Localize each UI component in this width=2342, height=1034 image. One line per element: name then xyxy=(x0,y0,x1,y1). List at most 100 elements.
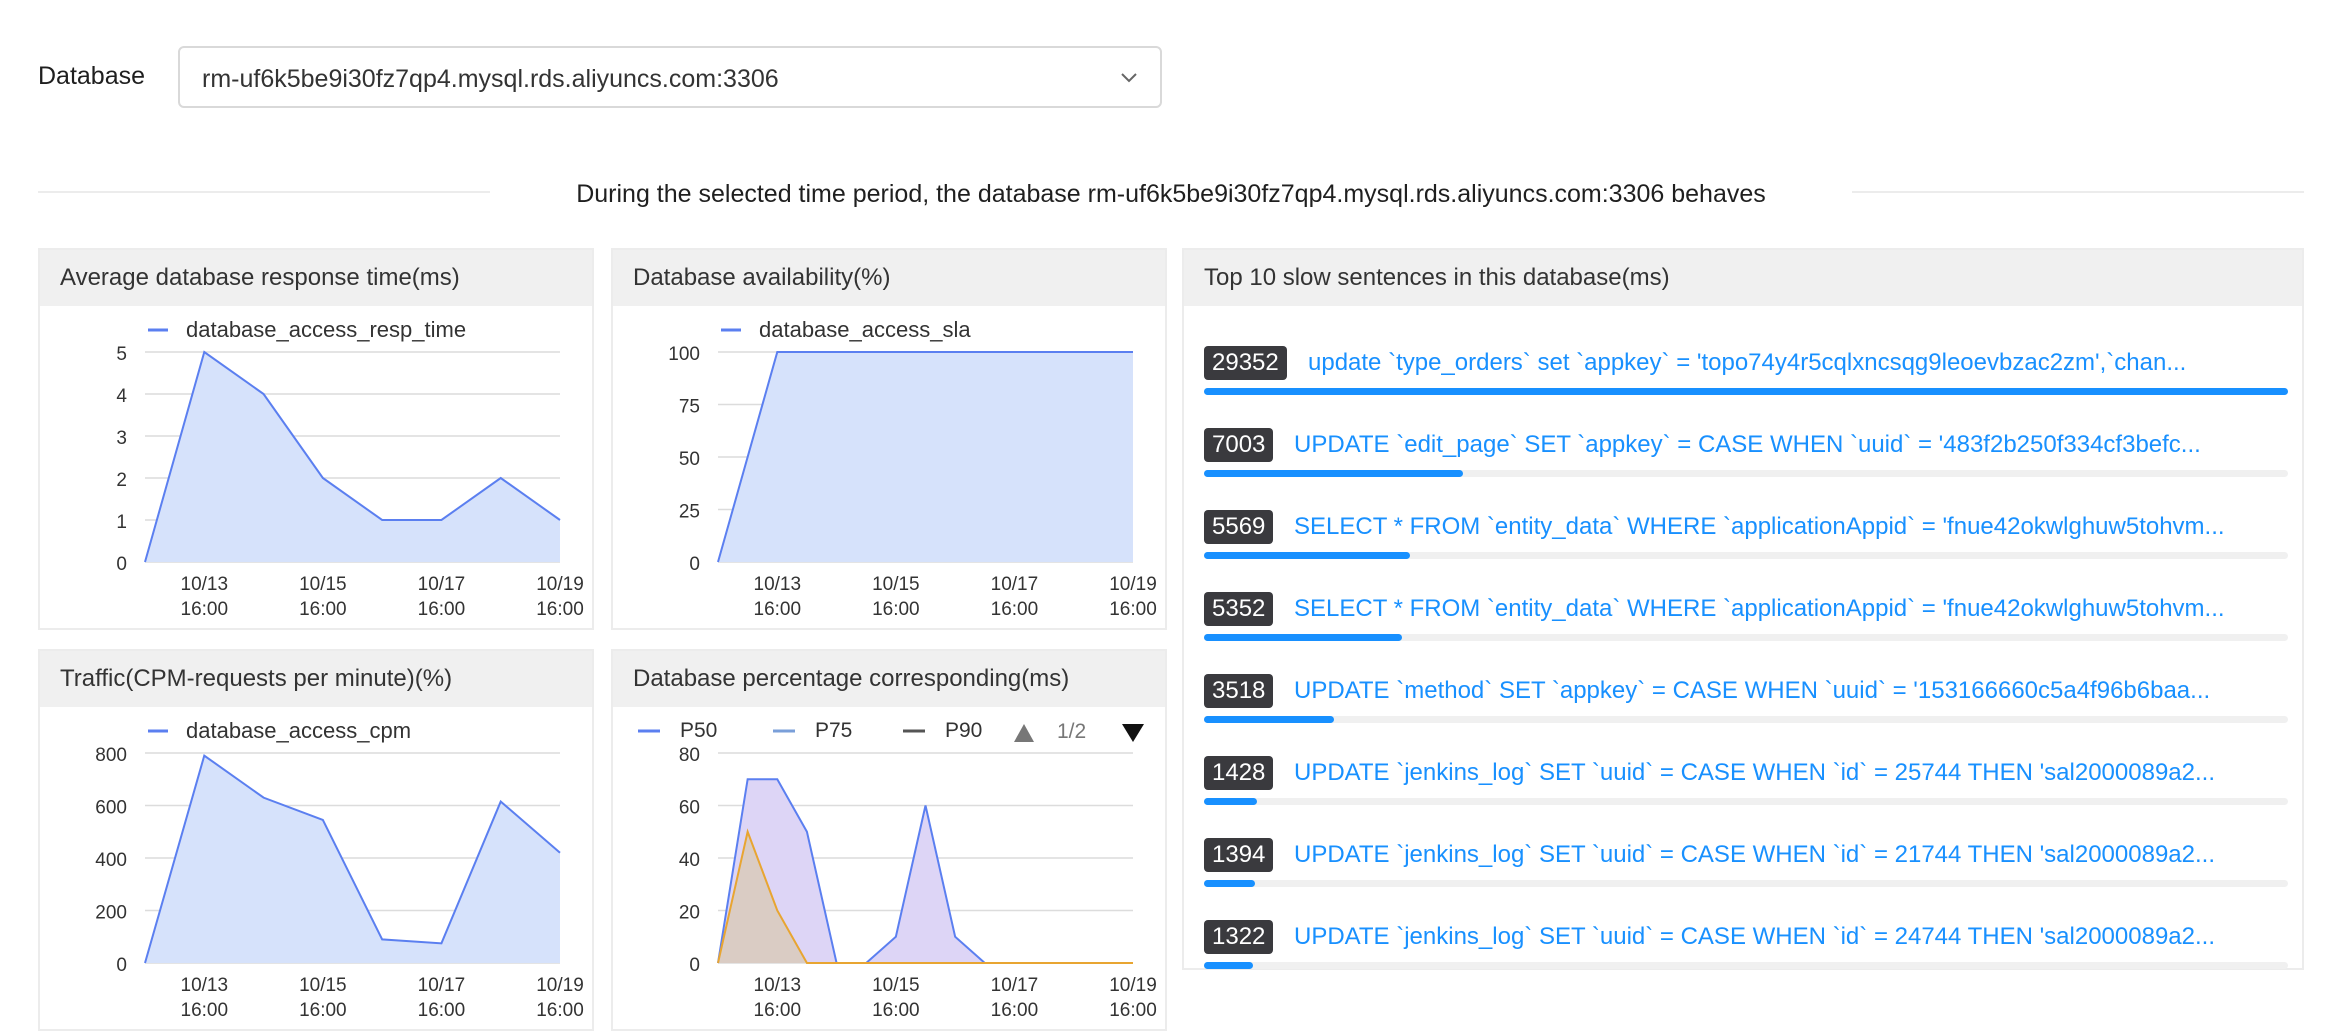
x-tick-label: 10/15 xyxy=(299,574,347,595)
slow-sentence-item[interactable]: 3518 UPDATE `method` SET `appkey` = CASE … xyxy=(1204,674,2288,756)
y-tick-label: 4 xyxy=(116,386,127,407)
x-tick-label: 10/19 xyxy=(536,975,584,996)
panel-response-time: Average database response time(ms) 0 1 2 3 4… xyxy=(38,248,594,630)
x-tick-label: 16:00 xyxy=(991,1000,1039,1021)
slow-sentence-sql-link[interactable]: UPDATE `jenkins_log` SET `uuid` = CASE W… xyxy=(1294,920,2288,954)
y-tick-label: 75 xyxy=(679,397,700,418)
y-tick-label: 20 xyxy=(679,903,700,924)
x-tick-label: 16:00 xyxy=(872,1000,920,1021)
legend-label: P75 xyxy=(815,719,852,742)
x-tick-label: 10/19 xyxy=(1109,975,1157,996)
panel-percentile: Database percentage corresponding(ms) 0 2… xyxy=(611,649,1167,1031)
y-tick-label: 0 xyxy=(689,554,700,575)
slow-sentence-bar-fill xyxy=(1204,962,1253,969)
slow-sentence-sql-link[interactable]: UPDATE `method` SET `appkey` = CASE WHEN… xyxy=(1294,674,2288,708)
response-time-chart: 0 1 2 3 4 5 10/13 16:00 10/15 16:00 10/17 16:00 10/1… xyxy=(116,317,584,620)
y-tick-label: 5 xyxy=(116,344,127,365)
database-select-value: rm-uf6k5be9i30fz7qp4.mysql.rds.aliyuncs.… xyxy=(202,65,779,93)
slow-sentence-time-badge: 3518 xyxy=(1204,674,1274,708)
divider-title: During the selected time period, the dat… xyxy=(576,180,1766,208)
panel-title: Average database response time(ms) xyxy=(40,250,592,306)
x-tick-label: 16:00 xyxy=(536,1000,584,1021)
slow-sentence-item[interactable]: 5569 SELECT * FROM `entity_data` WHERE `a… xyxy=(1204,510,2288,592)
y-tick-label: 80 xyxy=(679,745,700,766)
x-tick-label: 10/15 xyxy=(872,975,920,996)
x-tick-label: 16:00 xyxy=(536,599,584,620)
legend-label: database_access_cpm xyxy=(186,718,411,743)
slow-sentence-sql-link[interactable]: SELECT * FROM `entity_data` WHERE `appli… xyxy=(1294,510,2288,544)
legend-label: P90 xyxy=(945,719,982,742)
x-tick-label: 10/13 xyxy=(181,574,229,595)
legend-page-indicator: 1/2 xyxy=(1057,720,1086,743)
slow-sentence-time-badge: 5569 xyxy=(1204,510,1274,544)
slow-sentence-bar-track xyxy=(1204,388,2288,395)
x-tick-label: 16:00 xyxy=(181,1000,229,1021)
slow-sentence-sql-link[interactable]: UPDATE `jenkins_log` SET `uuid` = CASE W… xyxy=(1294,838,2288,872)
slow-sentence-item[interactable]: 7003 UPDATE `edit_page` SET `appkey` = CA… xyxy=(1204,428,2288,510)
slow-sentence-item[interactable]: 1322 UPDATE `jenkins_log` SET `uuid` = CA… xyxy=(1204,920,2288,1002)
y-tick-label: 40 xyxy=(679,850,700,871)
y-tick-label: 60 xyxy=(679,798,700,819)
y-tick-label: 0 xyxy=(116,955,127,976)
y-tick-label: 25 xyxy=(679,502,700,523)
slow-sentence-sql-link[interactable]: UPDATE `jenkins_log` SET `uuid` = CASE W… xyxy=(1294,756,2288,790)
slow-sentence-item[interactable]: 29352 update `type_orders` set `appkey` =… xyxy=(1204,346,2288,428)
x-tick-label: 16:00 xyxy=(754,599,802,620)
slow-sentence-bar-track xyxy=(1204,716,2288,723)
slow-sentence-bar-fill xyxy=(1204,552,1410,559)
chevron-down-icon xyxy=(1121,73,1137,83)
x-tick-label: 10/17 xyxy=(418,574,466,595)
y-tick-label: 3 xyxy=(116,428,127,449)
slow-sentence-time-badge: 1322 xyxy=(1204,920,1274,954)
slow-sentence-item[interactable]: 1428 UPDATE `jenkins_log` SET `uuid` = CA… xyxy=(1204,756,2288,838)
slow-sentence-bar-fill xyxy=(1204,880,1255,887)
slow-sentence-item[interactable]: 1394 UPDATE `jenkins_log` SET `uuid` = CA… xyxy=(1204,838,2288,920)
x-tick-label: 10/17 xyxy=(418,975,466,996)
y-tick-label: 400 xyxy=(95,850,127,871)
panel-slow-sentences: Top 10 slow sentences in this database(m… xyxy=(1182,248,2304,970)
y-tick-label: 200 xyxy=(95,903,127,924)
x-tick-label: 10/13 xyxy=(754,975,802,996)
slow-sentence-item[interactable]: 5352 SELECT * FROM `entity_data` WHERE `a… xyxy=(1204,592,2288,674)
y-tick-label: 50 xyxy=(679,449,700,470)
y-tick-label: 0 xyxy=(689,955,700,976)
database-label: Database xyxy=(38,62,146,90)
slow-sentence-time-badge: 5352 xyxy=(1204,592,1274,626)
y-tick-label: 2 xyxy=(116,470,127,491)
series-area xyxy=(145,352,560,562)
database-select[interactable]: rm-uf6k5be9i30fz7qp4.mysql.rds.aliyuncs.… xyxy=(178,46,1162,108)
legend-label: P50 xyxy=(680,719,717,742)
panel-title: Top 10 slow sentences in this database(m… xyxy=(1184,250,2302,306)
legend-next-icon xyxy=(1122,724,1144,742)
slow-sentence-bar-track xyxy=(1204,634,2288,641)
x-tick-label: 10/15 xyxy=(872,574,920,595)
x-tick-label: 10/19 xyxy=(1109,574,1157,595)
slow-sentence-bar-fill xyxy=(1204,388,2288,395)
x-tick-label: 10/13 xyxy=(754,574,802,595)
slow-sentence-sql-link[interactable]: update `type_orders` set `appkey` = 'top… xyxy=(1308,346,2288,380)
x-tick-label: 16:00 xyxy=(872,599,920,620)
legend-prev-icon xyxy=(1014,724,1034,742)
slow-sentence-bar-track xyxy=(1204,552,2288,559)
x-tick-label: 10/17 xyxy=(991,975,1039,996)
y-tick-label: 100 xyxy=(668,344,700,365)
traffic-chart: 0 200 400 600 800 10/13 16:00 10/15 16:00 10/17 16… xyxy=(95,718,584,1021)
slow-sentence-time-badge: 1428 xyxy=(1204,756,1274,790)
slow-sentence-bar-track xyxy=(1204,880,2288,887)
y-tick-label: 1 xyxy=(116,512,127,533)
availability-chart: 0 25 50 75 100 10/13 16:00 10/15 16:00 10/17 16:00… xyxy=(668,317,1157,620)
slow-sentence-bar-fill xyxy=(1204,470,1463,477)
percentile-chart: 0 20 40 60 80 10/13 16:00 10/15 16:00 10/17 16:00 1… xyxy=(638,719,1157,1021)
x-tick-label: 10/13 xyxy=(181,975,229,996)
panel-title: Database percentage corresponding(ms) xyxy=(613,651,1165,707)
slow-sentence-bar-track xyxy=(1204,798,2288,805)
slow-sentence-sql-link[interactable]: SELECT * FROM `entity_data` WHERE `appli… xyxy=(1294,592,2288,626)
panel-traffic: Traffic(CPM-requests per minute)(%) 0 200… xyxy=(38,649,594,1031)
y-tick-label: 800 xyxy=(95,745,127,766)
x-tick-label: 16:00 xyxy=(418,1000,466,1021)
panel-availability: Database availability(%) 0 25 50 75 100 10/13… xyxy=(611,248,1167,630)
slow-sentence-sql-link[interactable]: UPDATE `edit_page` SET `appkey` = CASE W… xyxy=(1294,428,2288,462)
slow-sentence-time-badge: 7003 xyxy=(1204,428,1274,462)
x-tick-label: 10/19 xyxy=(536,574,584,595)
x-tick-label: 10/17 xyxy=(991,574,1039,595)
